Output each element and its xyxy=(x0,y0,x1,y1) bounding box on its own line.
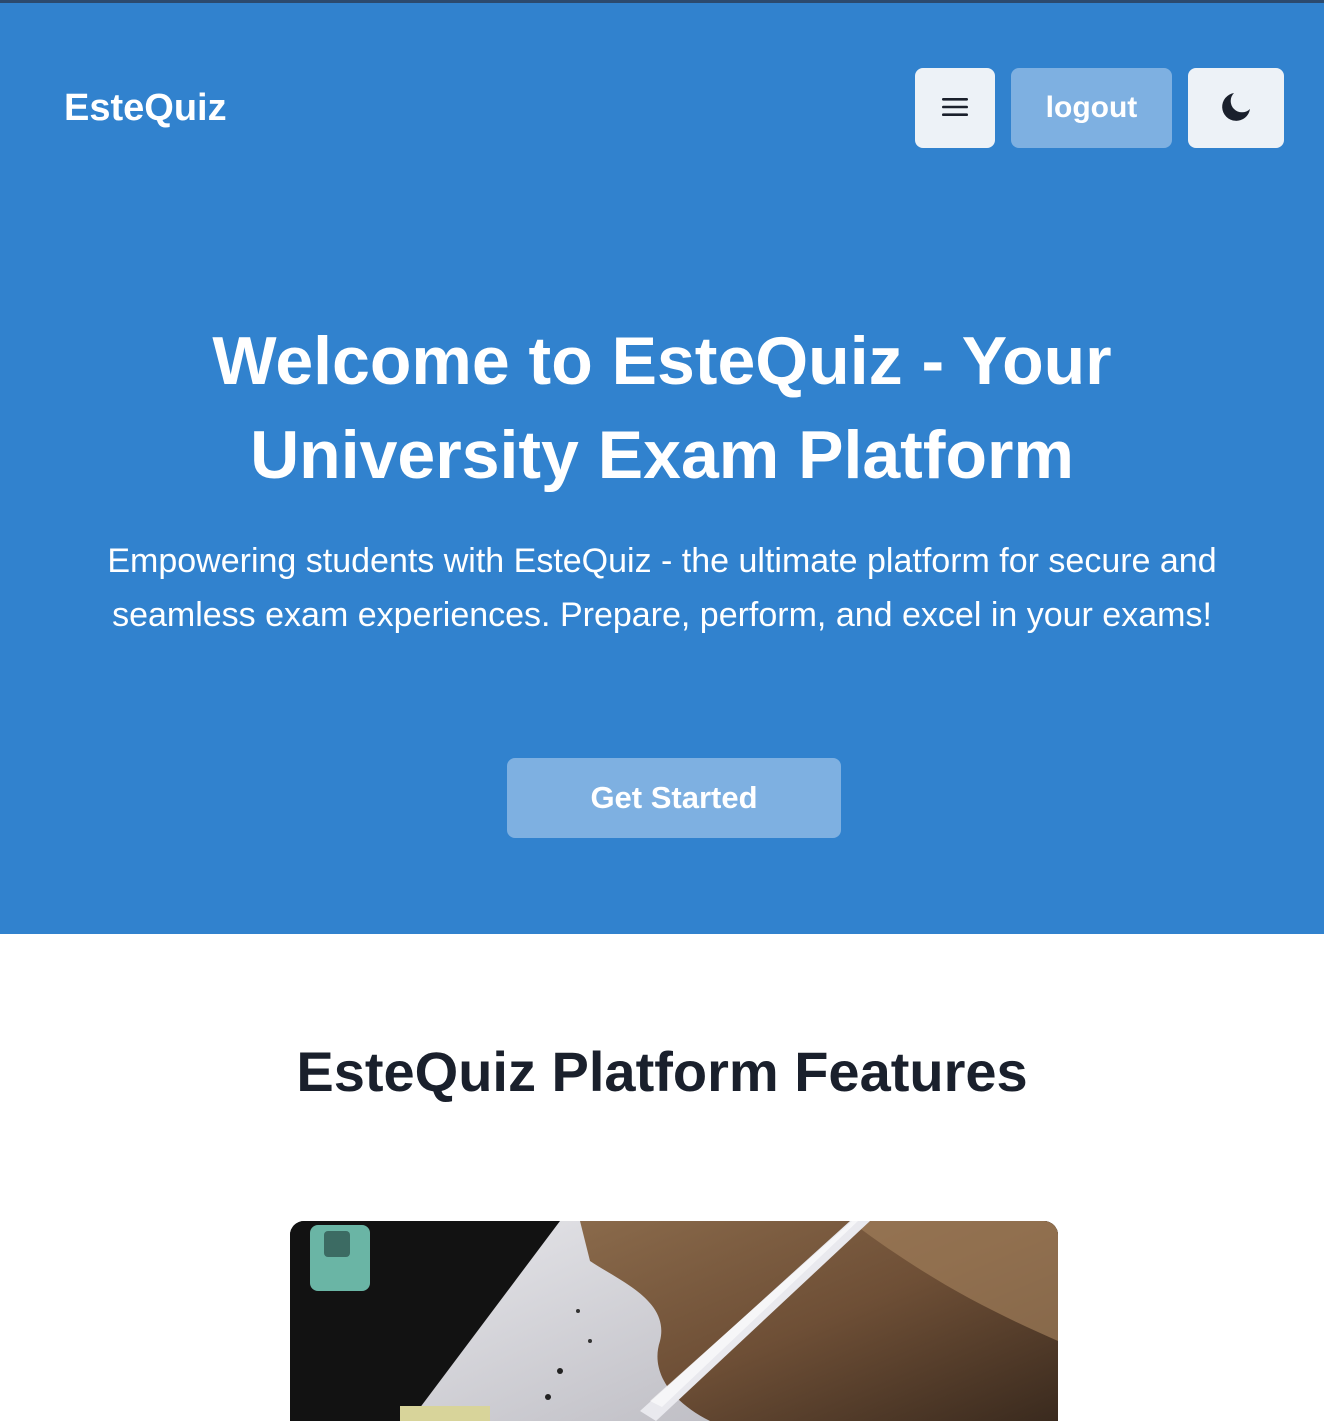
logout-button[interactable]: logout xyxy=(1011,68,1172,148)
hero-subtitle: Empowering students with EsteQuiz - the … xyxy=(107,542,1217,634)
menu-button[interactable] xyxy=(915,68,995,148)
hero-section: EsteQuiz logout Welcome to EsteQuiz - Yo… xyxy=(0,0,1324,934)
theme-toggle-button[interactable] xyxy=(1188,68,1284,148)
navbar: EsteQuiz logout xyxy=(0,68,1324,148)
moon-icon xyxy=(1220,91,1252,126)
exam-writing-photo xyxy=(290,1221,1058,1421)
hamburger-icon xyxy=(940,95,970,122)
window-top-edge xyxy=(0,0,1324,3)
get-started-button[interactable]: Get Started xyxy=(507,758,841,838)
features-title: EsteQuiz Platform Features xyxy=(296,1040,1028,1103)
brand-logo[interactable]: EsteQuiz xyxy=(64,86,227,130)
feature-card-image xyxy=(290,1221,1058,1421)
hero-title: Welcome to EsteQuiz - Your University Ex… xyxy=(212,323,1112,493)
